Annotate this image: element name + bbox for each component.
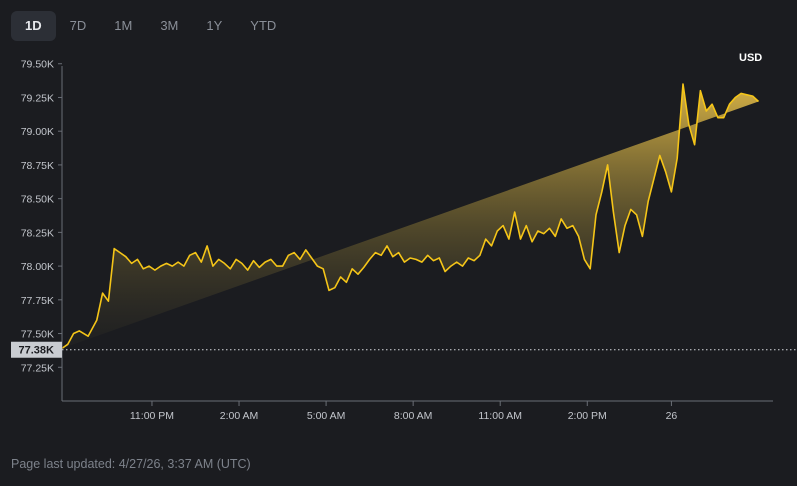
y-tick-label: 79.25K xyxy=(21,92,54,104)
price-area-fill xyxy=(62,84,759,349)
x-tick-label: 11:00 AM xyxy=(478,410,522,422)
x-tick-label: 2:00 PM xyxy=(568,410,607,422)
x-tick-label: 26 xyxy=(666,410,678,422)
y-tick-label: 78.00K xyxy=(21,261,54,273)
current-price-label: 77.38K xyxy=(19,345,55,357)
y-tick-label: 78.50K xyxy=(21,194,54,206)
price-area-chart[interactable]: 77.38K 77.25K 77.50K 77.75K 78.00K 78.25K 78.… xyxy=(0,0,797,486)
price-chart-widget: 1D 7D 1M 3M 1Y YTD USD 77.38K 77.25K 77.5… xyxy=(0,0,797,486)
y-tick-label: 77.50K xyxy=(21,329,54,341)
y-tick-label: 77.75K xyxy=(21,295,54,307)
last-updated-text: Page last updated: 4/27/26, 3:37 AM (UTC… xyxy=(11,457,251,471)
y-tick-label: 78.25K xyxy=(21,227,54,239)
y-tick-label: 77.25K xyxy=(21,362,54,374)
x-tick-label: 8:00 AM xyxy=(394,410,433,422)
x-tick-label: 5:00 AM xyxy=(307,410,346,422)
y-tick-label: 78.75K xyxy=(21,160,54,172)
y-tick-label: 79.50K xyxy=(21,59,54,71)
x-tick-label: 2:00 AM xyxy=(220,410,259,422)
y-tick-label: 79.00K xyxy=(21,126,54,138)
x-tick-label: 11:00 PM xyxy=(130,410,174,422)
